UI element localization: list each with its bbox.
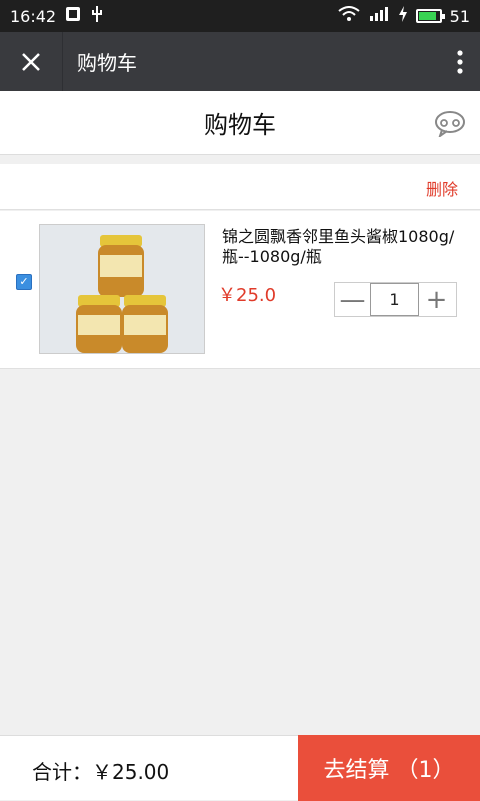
usb-icon [90, 5, 104, 27]
checkout-button[interactable]: 去结算 （1） [298, 735, 480, 801]
status-time: 16:42 [10, 6, 57, 26]
total-amount: 合计：￥25.00 [32, 760, 170, 784]
more-vertical-icon [457, 49, 463, 74]
delete-button[interactable]: 删除 [426, 176, 458, 200]
decrease-button[interactable]: — [335, 283, 370, 316]
wifi-icon [338, 6, 360, 26]
status-bar: 16:42 51 [0, 0, 480, 32]
bottom-bar: 合计：￥25.00 去结算 （1） [0, 735, 480, 801]
status-right: 51 [338, 6, 470, 26]
charging-icon [398, 6, 408, 26]
increase-button[interactable]: + [419, 283, 454, 316]
battery-percent: 51 [449, 6, 470, 26]
battery-icon [415, 9, 445, 23]
product-image[interactable] [39, 224, 205, 354]
close-icon [22, 52, 40, 71]
quantity-input[interactable]: 1 [370, 283, 419, 316]
delete-bar: 删除 [0, 164, 480, 210]
page-title: 购物车 [204, 111, 276, 139]
cart-item: ✓ 锦之圆飘香邻里鱼头酱椒1080g/瓶--1080g/瓶 ￥25.0 — 1 … [0, 211, 480, 369]
more-menu-button[interactable] [440, 32, 480, 91]
chat-bubble-icon[interactable] [434, 109, 466, 139]
quantity-stepper: — 1 + [334, 282, 457, 317]
item-checkbox[interactable]: ✓ [16, 274, 32, 290]
product-name[interactable]: 锦之圆飘香邻里鱼头酱椒1080g/瓶--1080g/瓶 [222, 227, 462, 267]
notification-icon [64, 5, 82, 27]
product-price: ￥25.0 [218, 285, 277, 306]
signal-icon [368, 6, 390, 26]
page-header: 购物车 [0, 91, 480, 155]
close-button[interactable] [0, 32, 63, 91]
battery-level-fill [418, 12, 437, 20]
top-bar: 购物车 [0, 32, 480, 91]
top-bar-title: 购物车 [77, 51, 137, 75]
status-left: 16:42 [10, 5, 104, 27]
